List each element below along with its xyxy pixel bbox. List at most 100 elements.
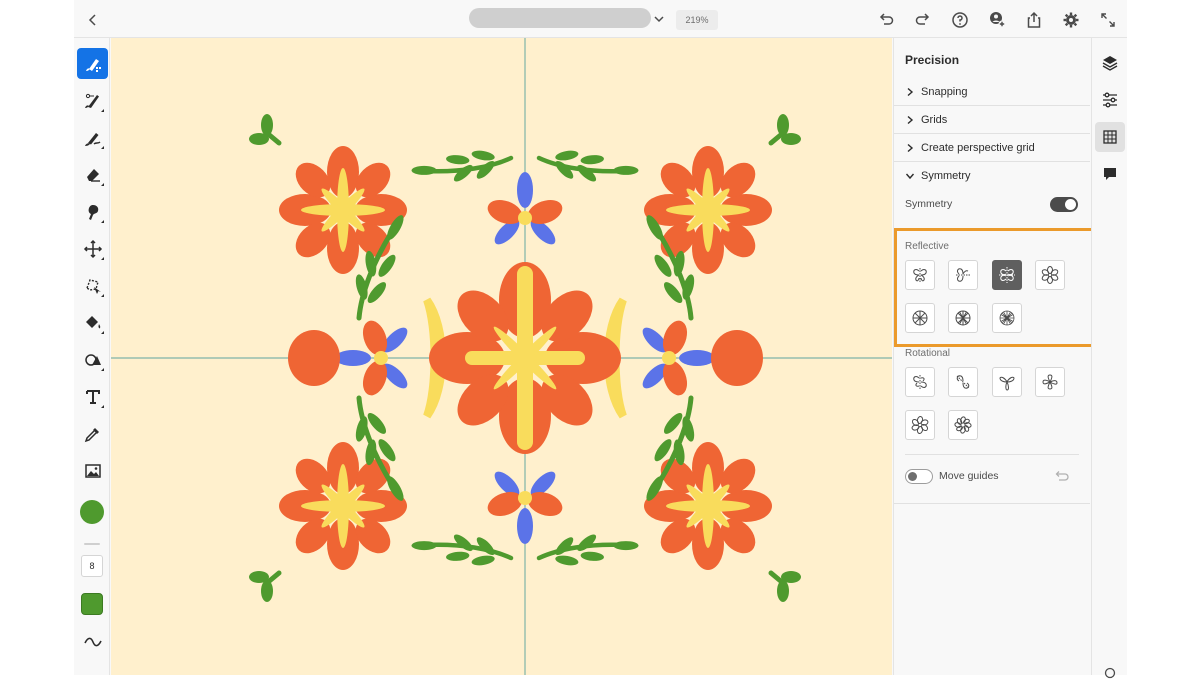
share-icon[interactable] — [1023, 9, 1045, 31]
eyedropper-tool[interactable] — [77, 418, 108, 449]
shapes-icon — [84, 353, 101, 366]
reflective-quad-button[interactable] — [992, 260, 1022, 290]
reflective-vertical-button[interactable] — [905, 260, 935, 290]
rotational-eight-icon — [954, 416, 972, 434]
symmetry-toggle-label: Symmetry — [905, 198, 953, 210]
rotational-5-button[interactable] — [1035, 367, 1065, 397]
help-rail-button[interactable] — [1095, 658, 1125, 688]
section-perspective-grid[interactable]: Create perspective grid — [894, 134, 1090, 162]
divider — [905, 454, 1079, 455]
chevron-down-icon[interactable] — [652, 12, 666, 26]
link-icon — [1104, 667, 1116, 679]
reflective-16-button[interactable] — [992, 303, 1022, 333]
color-picker-swatch[interactable] — [81, 593, 103, 615]
reflective-8-button[interactable] — [905, 303, 935, 333]
back-icon[interactable] — [82, 9, 104, 31]
lasso-tool[interactable] — [77, 270, 108, 301]
vector-brush-icon — [84, 93, 99, 108]
right-rail — [1091, 38, 1127, 679]
reflective-6-button[interactable] — [1035, 260, 1065, 290]
section-symmetry[interactable]: Symmetry — [894, 162, 1090, 190]
fill-tool[interactable] — [77, 307, 108, 338]
top-bar: 219% — [74, 0, 1127, 38]
settings-icon[interactable] — [1060, 9, 1082, 31]
rotational-4-button[interactable] — [992, 367, 1022, 397]
chevron-right-icon — [907, 143, 914, 152]
rotational-3-button[interactable] — [948, 367, 978, 397]
reflective-12-button[interactable] — [948, 303, 978, 333]
section-label: Create perspective grid — [921, 141, 1035, 154]
properties-button[interactable] — [1095, 85, 1125, 115]
zoom-level[interactable]: 219% — [676, 10, 718, 30]
canvas[interactable] — [111, 38, 892, 675]
redo-icon[interactable] — [912, 9, 934, 31]
rotational-2-button[interactable] — [905, 367, 935, 397]
document-title[interactable] — [469, 8, 651, 28]
move-guides-toggle[interactable] — [905, 469, 933, 484]
brush-color-swatch[interactable] — [80, 500, 104, 524]
panel-title: Precision — [905, 53, 960, 67]
pixel-brush-tool[interactable] — [77, 48, 108, 79]
flower-sixteen-icon — [999, 310, 1015, 326]
precision-icon — [1103, 130, 1117, 144]
smudge-tool[interactable] — [77, 196, 108, 227]
flower-six-icon — [1041, 266, 1059, 284]
rotational-6-button[interactable] — [905, 410, 935, 440]
rotational-five-icon — [1042, 374, 1058, 390]
precision-button[interactable] — [1095, 122, 1125, 152]
smudge-icon — [88, 204, 98, 220]
transform-tool[interactable] — [77, 233, 108, 264]
panel-handle[interactable] — [84, 543, 100, 545]
reset-guides-icon[interactable] — [1054, 468, 1070, 484]
rotational-label: Rotational — [905, 348, 951, 359]
image-icon — [84, 463, 101, 478]
reflective-label: Reflective — [905, 241, 949, 252]
rotational-four-icon — [999, 376, 1015, 391]
rotational-six-icon — [911, 416, 929, 434]
eraser-tool[interactable] — [77, 159, 108, 190]
invite-icon[interactable] — [986, 9, 1008, 31]
comments-button[interactable] — [1095, 159, 1125, 189]
shape-tool[interactable] — [77, 344, 108, 375]
lasso-icon — [85, 278, 101, 294]
rotational-three-icon — [956, 375, 970, 389]
rotational-two-icon — [913, 375, 927, 389]
layers-button[interactable] — [1095, 48, 1125, 78]
layers-icon — [1102, 56, 1118, 71]
butterfly-quad-icon — [999, 267, 1015, 283]
undo-icon[interactable] — [875, 9, 897, 31]
section-grids[interactable]: Grids — [894, 106, 1090, 134]
artwork — [111, 38, 892, 675]
move-guides-label: Move guides — [939, 470, 999, 482]
help-icon[interactable] — [949, 9, 971, 31]
fullscreen-icon[interactable] — [1097, 9, 1119, 31]
vector-brush-tool[interactable] — [77, 85, 108, 116]
text-icon — [85, 389, 100, 404]
reflective-horizontal-button[interactable] — [948, 260, 978, 290]
live-brush-icon — [84, 132, 100, 146]
brush-settings-button[interactable] — [77, 626, 108, 657]
chevron-right-icon — [907, 87, 914, 96]
tool-bar: 8 — [74, 38, 110, 675]
eyedropper-icon — [84, 427, 99, 442]
brush-size[interactable]: 8 — [81, 555, 103, 577]
rotational-8-button[interactable] — [948, 410, 978, 440]
pixel-brush-icon — [85, 58, 101, 72]
fill-bucket-icon — [85, 315, 100, 328]
move-icon — [83, 239, 102, 258]
text-tool[interactable] — [77, 381, 108, 412]
section-label: Snapping — [921, 85, 968, 98]
section-label: Grids — [921, 113, 948, 126]
flower-twelve-icon — [955, 310, 971, 326]
section-snapping[interactable]: Snapping — [894, 78, 1090, 106]
chevron-right-icon — [907, 115, 914, 124]
stroke-wave-icon — [83, 637, 102, 646]
fresco-app: 219% 8 Precision Snapping Grids Create p… — [74, 0, 1127, 679]
place-image-tool[interactable] — [77, 455, 108, 486]
flower-eight-icon — [912, 310, 928, 326]
eraser-icon — [86, 168, 100, 182]
comments-icon — [1104, 168, 1116, 180]
symmetry-toggle[interactable] — [1050, 197, 1078, 212]
live-brush-tool[interactable] — [77, 122, 108, 153]
section-label: Symmetry — [921, 170, 971, 182]
